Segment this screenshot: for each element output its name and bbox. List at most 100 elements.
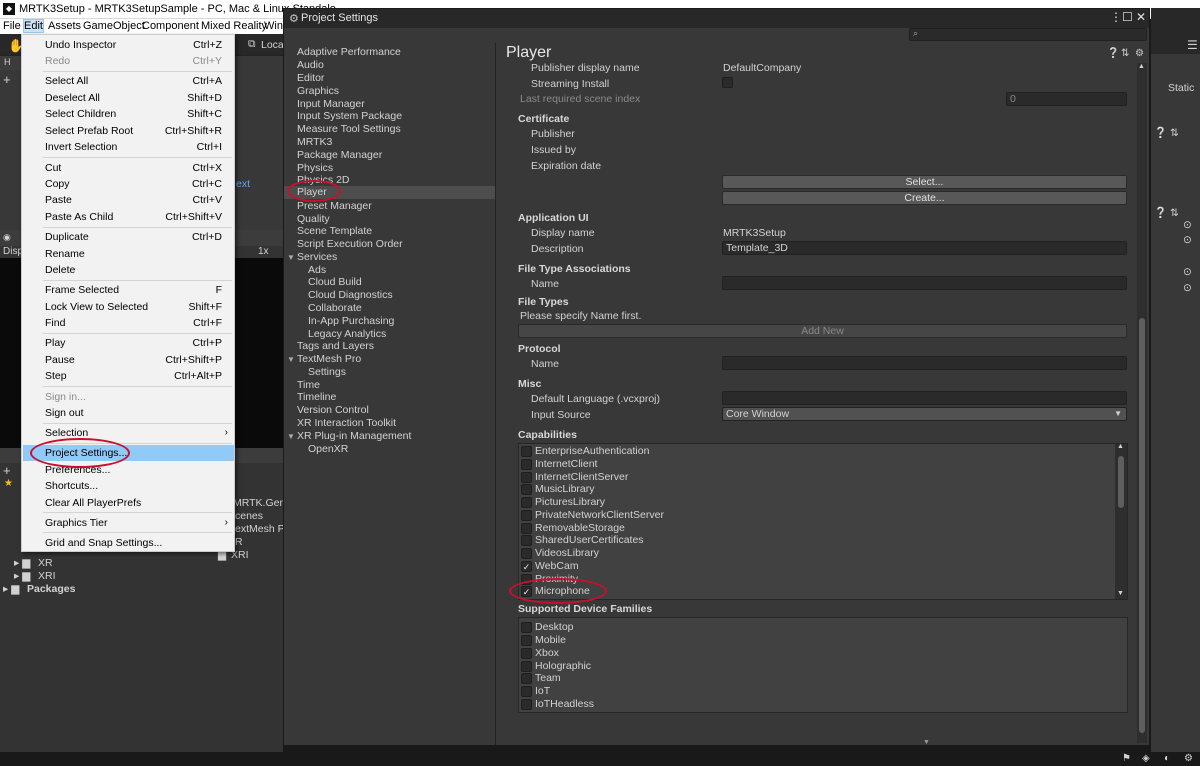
nav-item-collaborate[interactable]: Collaborate (308, 302, 362, 314)
scroll-thumb[interactable] (1118, 456, 1124, 508)
menu-item-rename[interactable]: Rename (23, 246, 234, 262)
checkmark-icon[interactable]: ✓ (521, 561, 532, 572)
nav-item-adaptive-performance[interactable]: Adaptive Performance (297, 46, 401, 58)
menu-item-paste[interactable]: Paste Ctrl+V (23, 192, 234, 208)
project-settings-titlebar[interactable]: ⚙ Project Settings ⋮ ☐ ✕ (284, 9, 1149, 28)
menu-item-selection[interactable]: Selection › (23, 425, 234, 441)
resize-handle-icon[interactable]: ▼ (923, 739, 930, 746)
preset-icon[interactable]: ⇅ (1121, 48, 1129, 59)
target-icon[interactable]: ⊙ (1183, 266, 1192, 278)
select-certificate-button[interactable]: Select... (722, 175, 1127, 189)
close-icon[interactable]: ✕ (1136, 10, 1146, 24)
help-icon[interactable]: ❔ (1107, 48, 1119, 59)
input-source-dropdown[interactable]: Core Window ▼ (722, 407, 1127, 421)
capability-checkbox[interactable] (521, 510, 532, 521)
fta-name-field[interactable] (722, 276, 1127, 290)
menu-file[interactable]: File (3, 20, 21, 32)
nav-item-cloud-build[interactable]: Cloud Build (308, 276, 362, 288)
progress-icon[interactable]: ◐ (1164, 753, 1170, 764)
nav-item-input-system[interactable]: Input System Package (297, 110, 402, 122)
menu-icon[interactable]: ☰ (1187, 38, 1198, 52)
static-label[interactable]: Static (1168, 82, 1194, 94)
target-icon[interactable]: ⊙ (1183, 282, 1192, 294)
menu-item-pause[interactable]: Pause Ctrl+Shift+P (23, 352, 234, 368)
menu-item-select-all[interactable]: Select All Ctrl+A (23, 73, 234, 89)
menu-mixed-reality[interactable]: Mixed Reality (201, 20, 267, 32)
add-icon[interactable]: + (3, 72, 11, 87)
nav-item-version-control[interactable]: Version Control (297, 404, 369, 416)
menu-item-duplicate[interactable]: Duplicate Ctrl+D (23, 229, 234, 245)
nav-item-measure-tool[interactable]: Measure Tool Settings (297, 123, 401, 135)
menu-item-frame-selected[interactable]: Frame Selected F (23, 282, 234, 298)
menu-item-paste-as-child[interactable]: Paste As Child Ctrl+Shift+V (23, 209, 234, 225)
menu-item-clear-playerprefs[interactable]: Clear All PlayerPrefs (23, 495, 234, 511)
menu-item-select-children[interactable]: Select Children Shift+C (23, 106, 234, 122)
description-field[interactable]: Template_3D (722, 241, 1127, 255)
menu-item-redo[interactable]: Redo Ctrl+Y (23, 53, 234, 69)
nav-item-script-execution-order[interactable]: Script Execution Order (297, 238, 403, 250)
nav-item-cloud-diagnostics[interactable]: Cloud Diagnostics (308, 289, 393, 301)
nav-item-graphics[interactable]: Graphics (297, 85, 339, 97)
nav-item-audio[interactable]: Audio (297, 59, 324, 71)
menu-item-step[interactable]: Step Ctrl+Alt+P (23, 368, 234, 384)
capability-checkbox[interactable] (521, 484, 532, 495)
nav-item-timeline[interactable]: Timeline (297, 391, 336, 403)
menu-item-graphics-tier[interactable]: Graphics Tier › (23, 515, 234, 531)
more-options-icon[interactable]: ⋮ (1110, 10, 1122, 24)
menu-item-deselect-all[interactable]: Deselect All Shift+D (23, 90, 234, 106)
menu-item-undo[interactable]: Undo Inspector Ctrl+Z (23, 37, 234, 53)
settings-icon[interactable]: ⚙ (1184, 753, 1193, 764)
menu-item-play[interactable]: Play Ctrl+P (23, 335, 234, 351)
help-icon[interactable]: ❔ ⇅ (1154, 126, 1179, 139)
menu-assets[interactable]: Assets (48, 20, 81, 32)
asset-label[interactable]: cenes (235, 510, 263, 522)
pivot-local-label[interactable]: Loca (261, 39, 284, 51)
expand-arrow-icon[interactable]: ▼ (287, 355, 295, 364)
local-toggle-icon[interactable]: ⧉ (248, 38, 256, 51)
scroll-up-icon[interactable]: ▲ (1138, 63, 1145, 70)
capability-checkbox[interactable] (521, 446, 532, 457)
capability-checkbox[interactable] (521, 535, 532, 546)
create-certificate-button[interactable]: Create... (722, 191, 1127, 205)
device-family-checkbox[interactable] (521, 648, 532, 659)
menu-item-delete[interactable]: Delete (23, 262, 234, 278)
settings-search-input[interactable]: ⌕ (909, 28, 1147, 41)
menu-item-shortcuts[interactable]: Shortcuts... (23, 478, 234, 494)
scroll-up-icon[interactable]: ▲ (1117, 443, 1124, 450)
scroll-down-icon[interactable]: ▼ (1117, 590, 1124, 597)
menu-component[interactable]: Component (142, 20, 199, 32)
nav-item-in-app-purchasing[interactable]: In-App Purchasing (308, 315, 394, 327)
layers-icon[interactable]: ◈ (1142, 753, 1150, 764)
device-family-checkbox[interactable] (521, 673, 532, 684)
help-icon[interactable]: ❔ ⇅ (1154, 206, 1179, 219)
nav-item-textmesh-pro[interactable]: TextMesh Pro (297, 353, 361, 365)
add-new-file-type-button[interactable]: Add New (518, 324, 1127, 338)
asset-label[interactable]: R (235, 536, 243, 548)
last-scene-index-field[interactable]: 0 (1006, 92, 1127, 106)
content-scrollbar[interactable]: ▲ (1137, 63, 1147, 743)
menu-item-sign-out[interactable]: Sign out (23, 405, 234, 421)
nav-item-scene-template[interactable]: Scene Template (297, 225, 372, 237)
nav-item-legacy-analytics[interactable]: Legacy Analytics (308, 328, 386, 340)
menu-item-cut[interactable]: Cut Ctrl+X (23, 160, 234, 176)
menu-edit[interactable]: Edit (23, 19, 44, 33)
nav-item-package-manager[interactable]: Package Manager (297, 149, 382, 161)
capability-checkbox[interactable] (521, 497, 532, 508)
debug-icon[interactable]: ⚑ (1122, 753, 1131, 764)
target-icon[interactable]: ⊙ (1183, 219, 1192, 231)
nav-item-xr-interaction-toolkit[interactable]: XR Interaction Toolkit (297, 417, 396, 429)
menu-item-invert-selection[interactable]: Invert Selection Ctrl+I (23, 139, 234, 155)
device-family-checkbox[interactable] (521, 622, 532, 633)
nav-item-mrtk3[interactable]: MRTK3 (297, 136, 332, 148)
menu-item-lock-view[interactable]: Lock View to Selected Shift+F (23, 299, 234, 315)
target-icon[interactable]: ⊙ (1183, 234, 1192, 246)
device-family-checkbox[interactable] (521, 661, 532, 672)
nav-item-quality[interactable]: Quality (297, 213, 330, 225)
capability-checkbox[interactable] (521, 459, 532, 470)
scroll-thumb[interactable] (1139, 318, 1145, 733)
nav-item-input-manager[interactable]: Input Manager (297, 98, 365, 110)
capability-checkbox[interactable] (521, 548, 532, 559)
nav-item-ads[interactable]: Ads (308, 264, 326, 276)
settings-icon[interactable]: ⚙ (1135, 48, 1144, 59)
menu-item-select-prefab-root[interactable]: Select Prefab Root Ctrl+Shift+R (23, 123, 234, 139)
